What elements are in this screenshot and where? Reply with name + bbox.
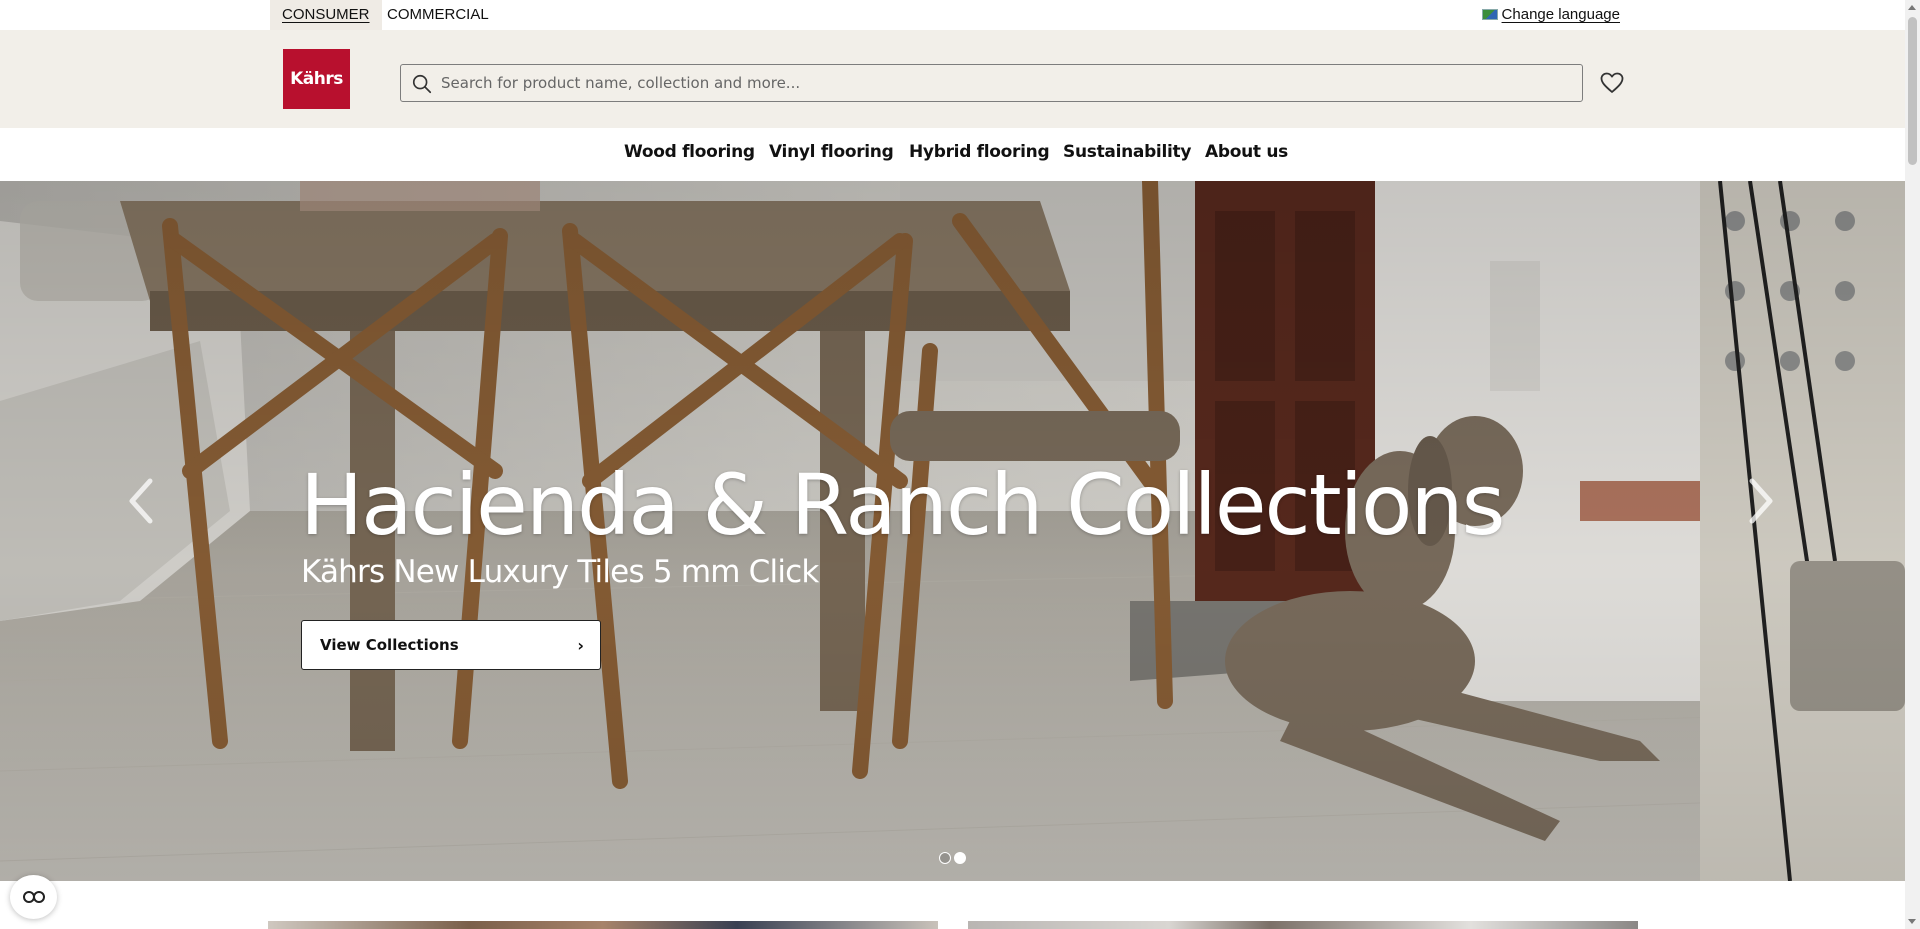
top-strip: CONSUMER COMMERCIAL Change language xyxy=(0,0,1905,30)
nav-wood-flooring[interactable]: Wood flooring xyxy=(624,142,755,162)
nav-sustainability[interactable]: Sustainability xyxy=(1063,142,1191,162)
search-input[interactable] xyxy=(441,65,1561,101)
favorites-heart-icon[interactable] xyxy=(1600,72,1624,94)
carousel-dots xyxy=(939,852,966,864)
main-nav: Wood flooring Vinyl flooring Hybrid floo… xyxy=(0,128,1905,181)
nav-vinyl-flooring[interactable]: Vinyl flooring xyxy=(769,142,894,162)
hero-title: Hacienda & Ranch Collections xyxy=(300,456,1505,554)
carousel-dot-active[interactable] xyxy=(954,852,966,864)
change-language-link[interactable]: Change language xyxy=(1481,6,1620,23)
search-box[interactable] xyxy=(400,64,1583,102)
content-tiles xyxy=(0,881,1905,929)
page: CONSUMER COMMERCIAL Change language Kähr… xyxy=(0,0,1920,929)
kahrs-logo[interactable]: Kährs xyxy=(283,49,350,109)
search-icon xyxy=(412,74,432,94)
cookie-settings-button[interactable] xyxy=(10,875,57,919)
segment-consumer[interactable]: CONSUMER xyxy=(270,0,382,30)
segment-commercial[interactable]: COMMERCIAL xyxy=(375,0,501,30)
view-collections-label: View Collections xyxy=(320,636,459,654)
content-tile-image[interactable] xyxy=(968,921,1638,929)
scrollbar[interactable] xyxy=(1905,0,1920,929)
carousel-next-arrow-icon[interactable] xyxy=(1740,471,1780,531)
nav-about-us[interactable]: About us xyxy=(1205,142,1288,162)
hero-carousel: Hacienda & Ranch Collections Kährs New L… xyxy=(0,181,1905,881)
header: Kährs xyxy=(0,30,1905,128)
cookie-consent-icon xyxy=(22,891,45,903)
scrollbar-thumb[interactable] xyxy=(1908,17,1917,165)
scroll-up-icon[interactable] xyxy=(1908,5,1916,10)
hero-subtitle: Kährs New Luxury Tiles 5 mm Click xyxy=(301,554,819,590)
chevron-right-icon: › xyxy=(577,635,584,655)
scroll-down-icon[interactable] xyxy=(1908,919,1916,924)
nav-hybrid-flooring[interactable]: Hybrid flooring xyxy=(909,142,1050,162)
view-collections-button[interactable]: View Collections › xyxy=(301,620,601,670)
change-language-label: Change language xyxy=(1501,6,1620,23)
flag-icon xyxy=(1481,9,1498,20)
carousel-dot[interactable] xyxy=(939,852,951,864)
carousel-prev-arrow-icon[interactable] xyxy=(122,471,162,531)
content-tile-image[interactable] xyxy=(268,921,938,929)
